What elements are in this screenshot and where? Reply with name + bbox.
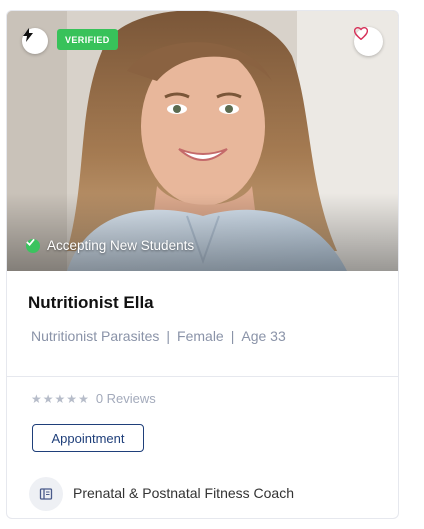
coach-card[interactable]: VERIFIED Accepting New Students Nutritio… (6, 10, 399, 519)
card-divider (7, 376, 398, 377)
star-icon: ★ (54, 391, 66, 406)
meta-separator: | (230, 328, 235, 344)
check-icon (26, 238, 40, 253)
coach-title: Prenatal & Postnatal Fitness Coach (73, 485, 295, 501)
star-icon: ★ (66, 391, 78, 406)
accepting-status: Accepting New Students (26, 238, 194, 253)
bolt-icon (23, 28, 33, 42)
star-icon: ★ (42, 391, 54, 406)
bolt-button[interactable] (22, 28, 48, 54)
coach-meta: Nutritionist Parasites | Female | Age 33 (31, 328, 286, 344)
book-icon (39, 488, 53, 500)
coach-gender: Female (177, 328, 224, 344)
star-icon: ★ (78, 391, 89, 406)
accepting-status-text: Accepting New Students (47, 238, 195, 253)
meta-separator: | (166, 328, 171, 344)
profile-photo-illustration (7, 11, 398, 271)
coach-specialty: Nutritionist Parasites (31, 328, 160, 344)
profile-photo[interactable]: VERIFIED Accepting New Students (7, 11, 398, 271)
coach-type-icon-container (29, 477, 63, 511)
heart-icon (354, 27, 368, 40)
verified-badge: VERIFIED (57, 29, 118, 50)
coach-age: Age 33 (241, 328, 286, 344)
star-icon: ★ (31, 391, 42, 406)
favorite-button[interactable] (354, 27, 383, 56)
reviews-count[interactable]: 0 Reviews (96, 391, 156, 406)
appointment-button[interactable]: Appointment (32, 424, 144, 452)
rating: ★ ★ ★ ★ ★ 0 Reviews (31, 391, 156, 406)
coach-name[interactable]: Nutritionist Ella (28, 293, 154, 313)
